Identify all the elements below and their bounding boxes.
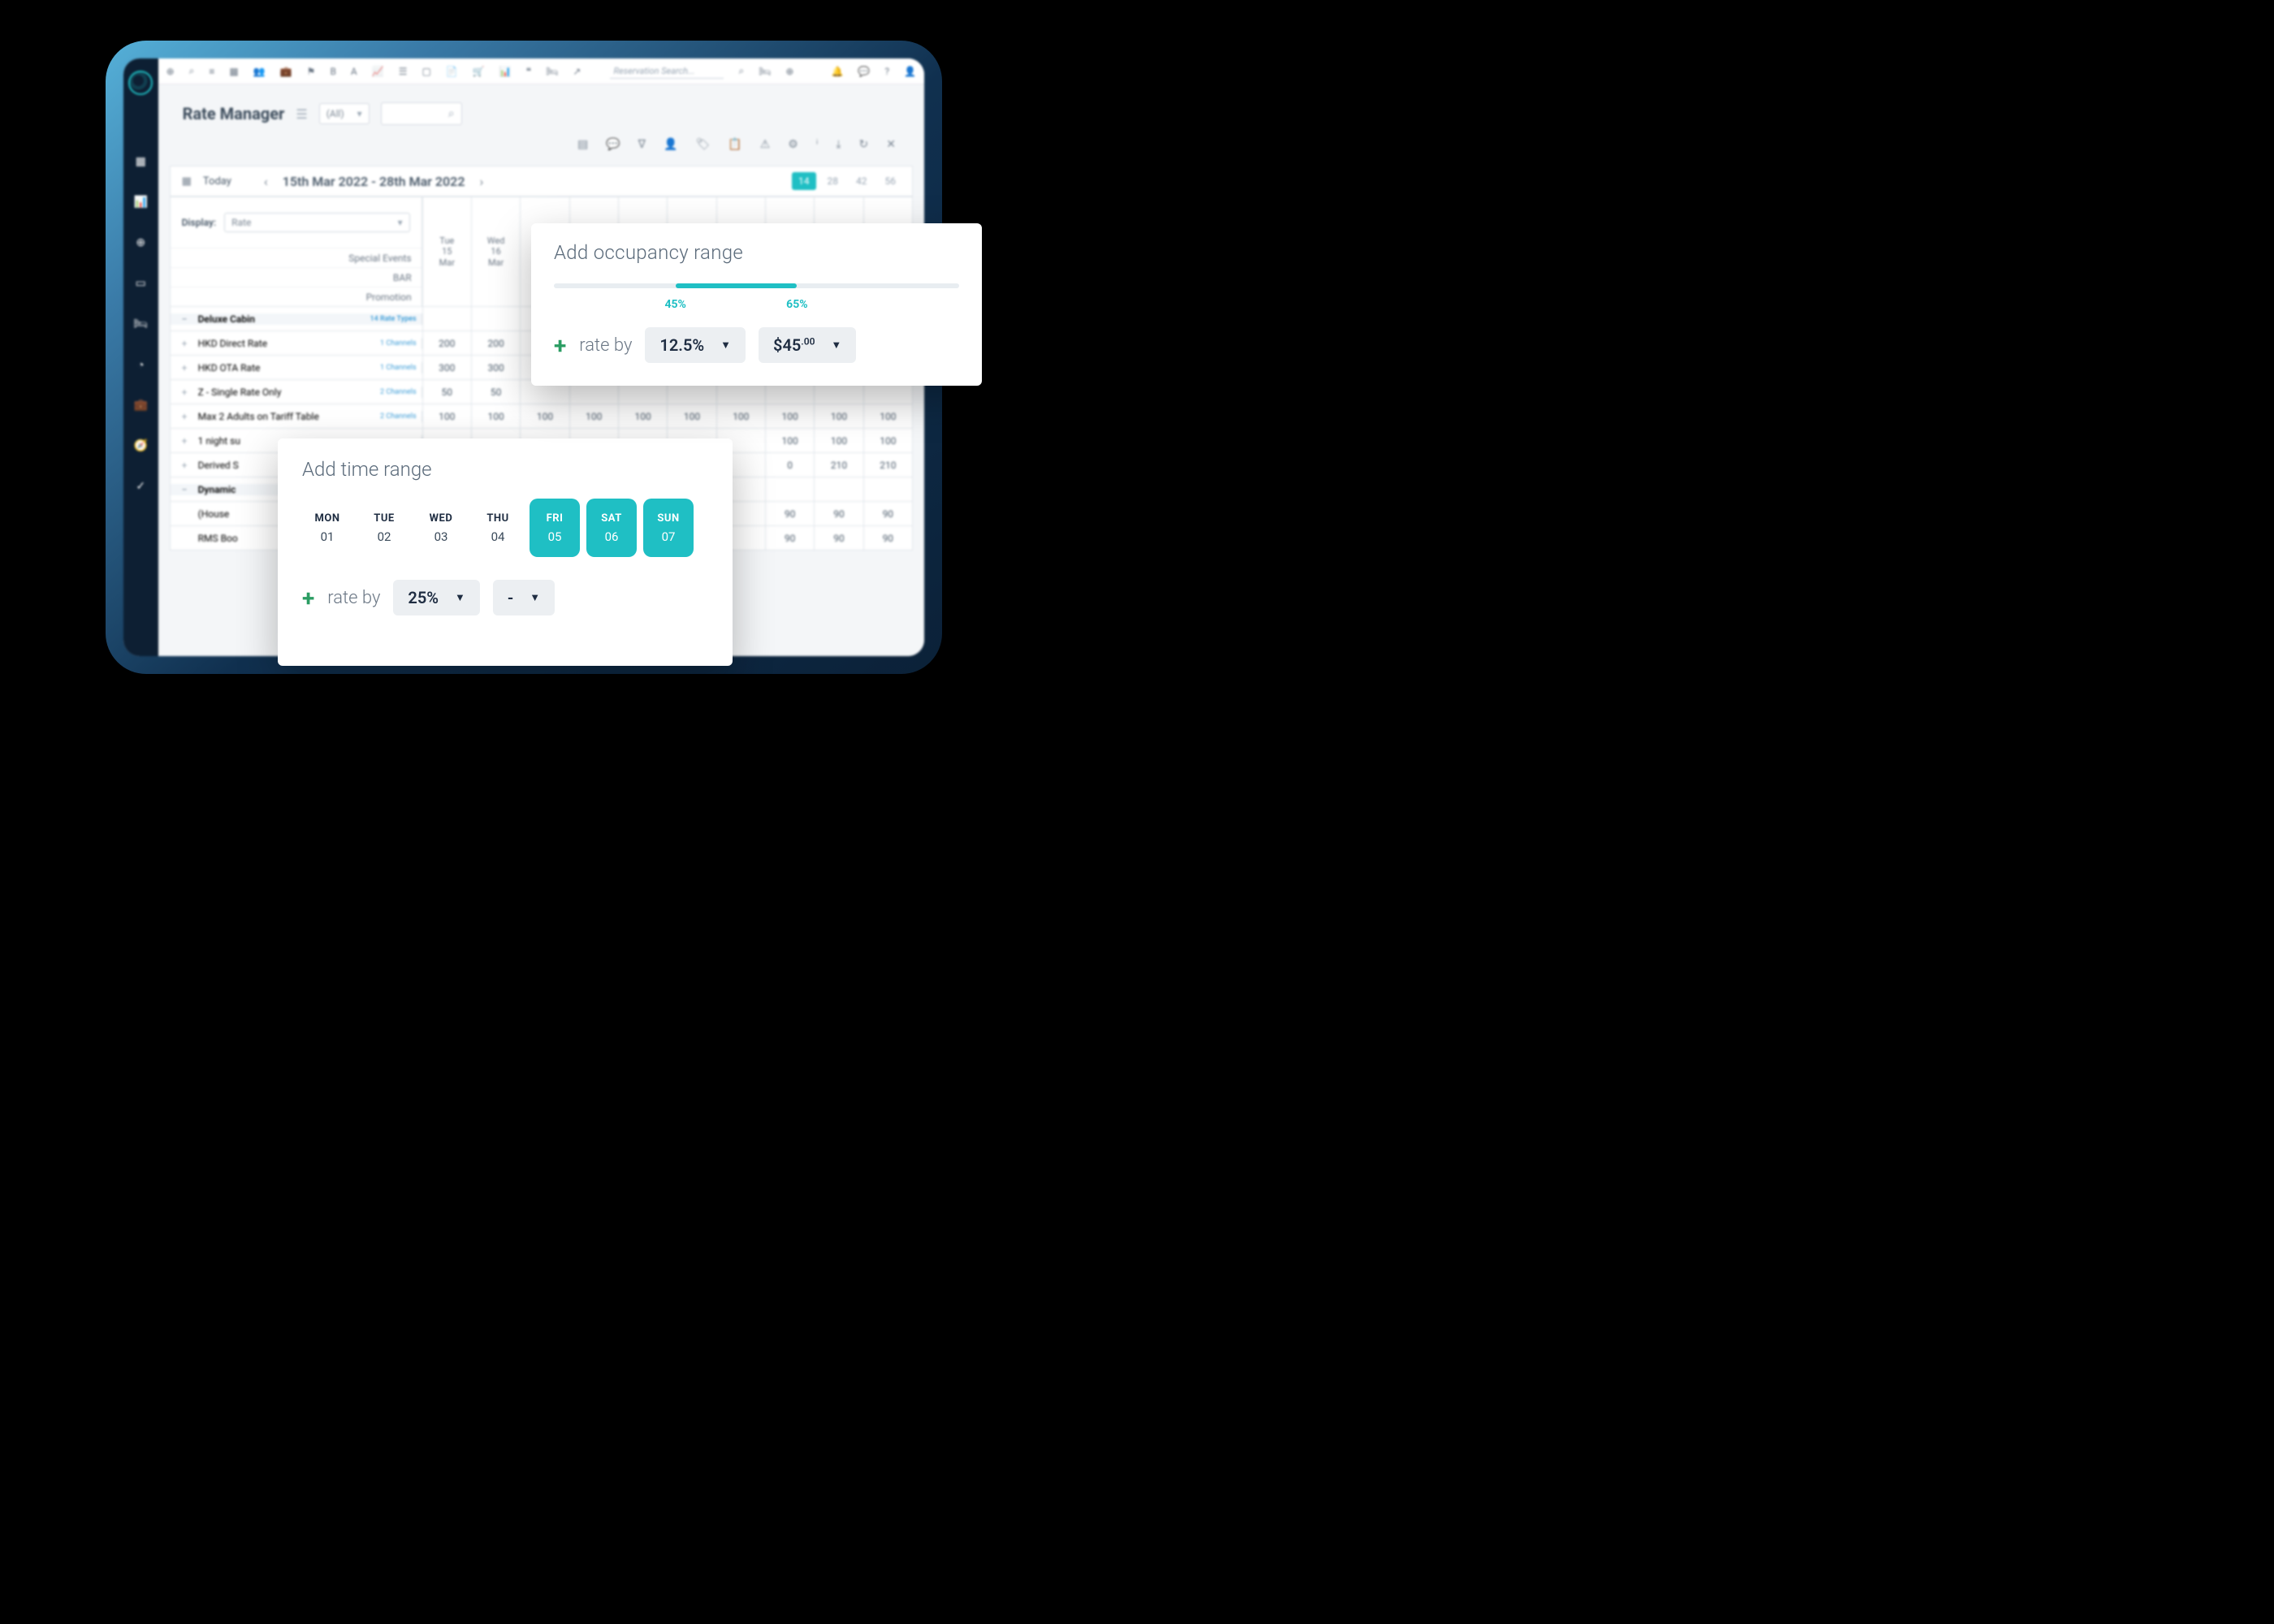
today-label[interactable]: Today bbox=[203, 175, 256, 188]
reservation-search[interactable]: Reservation Search... bbox=[610, 64, 724, 79]
tb-bullets-icon[interactable]: ☰ bbox=[399, 66, 408, 77]
day-sun[interactable]: SUN07 bbox=[643, 499, 694, 557]
time-percent-select[interactable]: 25%▼ bbox=[393, 580, 479, 615]
plus-icon: + bbox=[302, 585, 314, 611]
topbar: ⊕ ⌕ ≡ ▦ 👥 💼 ⚑ B A 📈 ☰ ▢ 📄 🛒 📊 ❝ 🛏 ↗ bbox=[158, 58, 924, 84]
day-sat[interactable]: SAT06 bbox=[586, 499, 637, 557]
tb-globe-icon[interactable]: ⊕ bbox=[785, 66, 793, 77]
layers-icon[interactable]: ☰ bbox=[296, 106, 307, 122]
tb-help-icon[interactable]: ? bbox=[884, 66, 889, 77]
rate-by-label: rate by bbox=[327, 588, 380, 608]
add-occupancy-range-card: Add occupancy range 45% 65% + rate by 12… bbox=[531, 223, 982, 386]
rate-by-label: rate by bbox=[579, 335, 632, 356]
tb-doc-icon[interactable]: 📄 bbox=[446, 66, 458, 77]
date-range: 15th Mar 2022 - 28th Mar 2022 bbox=[276, 174, 472, 189]
tb-stats-icon[interactable]: 📊 bbox=[499, 66, 512, 77]
act-refresh-icon[interactable]: ↻ bbox=[859, 138, 869, 151]
filter-dropdown[interactable]: (All) bbox=[319, 103, 370, 124]
occupancy-low: 45% bbox=[664, 298, 685, 311]
tb-plus-icon[interactable]: ⊕ bbox=[166, 66, 175, 77]
act-notes-icon[interactable]: ▤ bbox=[577, 138, 588, 151]
special-row: Promotion bbox=[171, 287, 422, 306]
tb-search2-icon[interactable]: ⌕ bbox=[738, 65, 744, 77]
plus-icon: + bbox=[554, 332, 566, 359]
nav-gauge-icon[interactable]: 🧭 bbox=[134, 439, 147, 452]
nav-chart-icon[interactable]: 📊 bbox=[134, 196, 147, 209]
nav-pie-icon[interactable]: ◔ bbox=[134, 358, 147, 371]
action-toolbar: ▤ 💬 ∇ 👤 🏷 📋 ⚠ ⚙ ⁱ ⤓ ↻ ✕ bbox=[158, 132, 924, 159]
act-filter-icon[interactable]: ∇ bbox=[638, 138, 646, 151]
nav-check-icon[interactable]: ✓ bbox=[134, 480, 147, 493]
act-gear-icon[interactable]: ⚙ bbox=[788, 138, 798, 151]
zoom-14[interactable]: 14 bbox=[792, 172, 816, 190]
tb-image-icon[interactable]: ▢ bbox=[422, 66, 430, 77]
page-title: Rate Manager bbox=[183, 104, 285, 123]
tb-arrow-icon[interactable]: ↗ bbox=[573, 66, 581, 77]
day-fri[interactable]: FRI05 bbox=[530, 499, 580, 557]
time-amount-select[interactable]: -▼ bbox=[493, 580, 555, 615]
day-thu[interactable]: THU04 bbox=[473, 499, 523, 557]
nav-grid-icon[interactable]: ▦ bbox=[134, 155, 147, 168]
special-row: BAR bbox=[171, 267, 422, 287]
display-label: Display: bbox=[182, 217, 217, 228]
tb-flag-icon[interactable]: ⚑ bbox=[307, 66, 316, 77]
tb-bell-icon[interactable]: 🔔 bbox=[831, 66, 843, 77]
day-mon[interactable]: MON01 bbox=[302, 499, 352, 557]
day-wed[interactable]: WED03 bbox=[416, 499, 466, 557]
zoom-56[interactable]: 56 bbox=[879, 172, 903, 190]
occupancy-percent-select[interactable]: 12.5%▼ bbox=[645, 327, 746, 363]
act-clipboard-icon[interactable]: 📋 bbox=[728, 138, 741, 151]
tb-cart-icon[interactable]: 🛒 bbox=[473, 66, 485, 77]
occupancy-title: Add occupancy range bbox=[554, 241, 959, 264]
tb-bed2-icon[interactable]: 🛏 bbox=[759, 66, 771, 77]
tb-grid-icon[interactable]: ▦ bbox=[229, 66, 238, 77]
nav-card-icon[interactable]: ▭ bbox=[134, 277, 147, 290]
day-header: Tue15Mar bbox=[422, 197, 471, 306]
zoom-selector: 14 28 42 56 bbox=[792, 172, 912, 190]
tb-bed-icon[interactable]: 🛏 bbox=[546, 66, 558, 77]
tb-graph-icon[interactable]: 📈 bbox=[372, 66, 384, 77]
nav-briefcase-icon[interactable]: 💼 bbox=[134, 399, 147, 412]
search-placeholder: Reservation Search... bbox=[613, 66, 694, 76]
date-strip: ▦ Today ‹ 15th Mar 2022 - 28th Mar 2022 … bbox=[170, 166, 913, 197]
tb-chat-icon[interactable]: 💬 bbox=[858, 66, 870, 77]
table-row[interactable]: +Max 2 Adults on Tariff Table2 Channels1… bbox=[171, 404, 912, 428]
zoom-28[interactable]: 28 bbox=[821, 172, 845, 190]
zoom-42[interactable]: 42 bbox=[850, 172, 874, 190]
act-export-icon[interactable]: ⤓ bbox=[836, 138, 841, 151]
app-logo[interactable] bbox=[128, 71, 153, 95]
add-time-range-card: Add time range MON01TUE02WED03THU04FRI05… bbox=[278, 438, 733, 666]
small-search[interactable]: ⌕ bbox=[381, 102, 462, 125]
page-header: Rate Manager ☰ (All) ⌕ bbox=[158, 84, 924, 132]
act-close-icon[interactable]: ✕ bbox=[886, 138, 896, 151]
tb-people-icon[interactable]: 👥 bbox=[253, 66, 266, 77]
tb-list-icon[interactable]: ≡ bbox=[209, 66, 214, 77]
tb-user-icon[interactable]: 👤 bbox=[904, 66, 916, 77]
tb-a-icon[interactable]: A bbox=[351, 66, 357, 77]
act-info-icon[interactable]: ⁱ bbox=[816, 138, 819, 151]
tb-b-icon[interactable]: B bbox=[330, 66, 335, 77]
nav-bed-icon[interactable]: 🛏 bbox=[134, 317, 147, 330]
sidebar: ▦ 📊 ⊕ ▭ 🛏 ◔ 💼 🧭 ✓ bbox=[123, 58, 158, 656]
day-tue[interactable]: TUE02 bbox=[359, 499, 409, 557]
calendar-icon[interactable]: ▦ bbox=[171, 175, 203, 188]
tb-quote-icon[interactable]: ❝ bbox=[526, 66, 531, 77]
act-warn-icon[interactable]: ⚠ bbox=[760, 138, 771, 151]
nav-plus-icon[interactable]: ⊕ bbox=[134, 236, 147, 249]
next-range[interactable]: › bbox=[471, 174, 491, 189]
tb-briefcase-icon[interactable]: 💼 bbox=[280, 66, 292, 77]
act-user-icon[interactable]: 👤 bbox=[664, 138, 677, 151]
occupancy-amount-select[interactable]: $45.00 ▼ bbox=[759, 327, 856, 363]
tb-search-icon[interactable]: ⌕ bbox=[189, 65, 195, 77]
occupancy-slider[interactable] bbox=[554, 282, 959, 290]
time-title: Add time range bbox=[302, 458, 708, 481]
occupancy-high: 65% bbox=[786, 298, 807, 311]
act-chat-icon[interactable]: 💬 bbox=[606, 138, 620, 151]
prev-range[interactable]: ‹ bbox=[256, 174, 276, 189]
day-header: Wed16Mar bbox=[471, 197, 520, 306]
act-tag-icon[interactable]: 🏷 bbox=[695, 138, 710, 151]
display-select[interactable]: Rate bbox=[224, 213, 409, 232]
special-row: Special Events bbox=[171, 248, 422, 267]
